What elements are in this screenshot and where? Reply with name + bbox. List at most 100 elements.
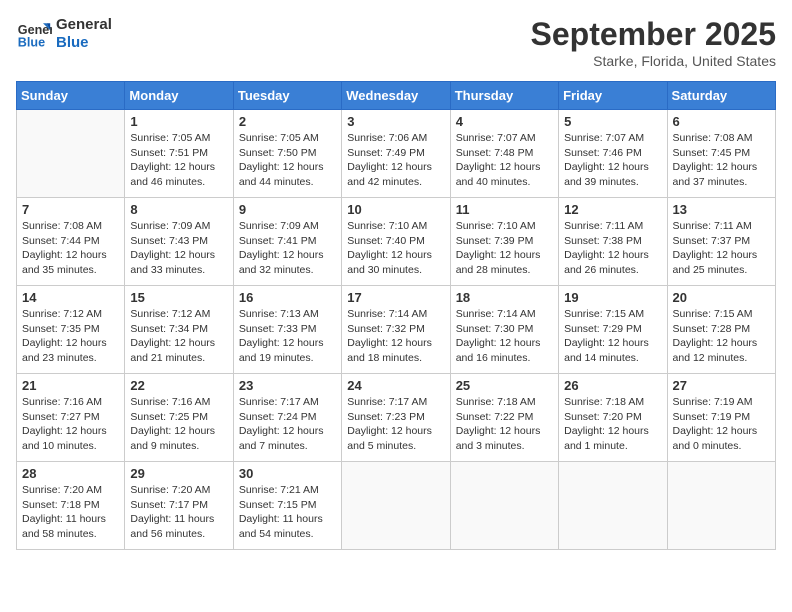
day-info: Sunrise: 7:16 AM Sunset: 7:27 PM Dayligh…	[22, 395, 119, 454]
day-info: Sunrise: 7:11 AM Sunset: 7:38 PM Dayligh…	[564, 219, 661, 278]
day-number: 21	[22, 378, 119, 393]
day-number: 15	[130, 290, 227, 305]
day-cell: 5 Sunrise: 7:07 AM Sunset: 7:46 PM Daylig…	[559, 110, 667, 198]
day-number: 6	[673, 114, 770, 129]
header-day-friday: Friday	[559, 82, 667, 110]
day-number: 2	[239, 114, 336, 129]
day-cell: 23Sunrise: 7:17 AM Sunset: 7:24 PM Dayli…	[233, 374, 341, 462]
day-info: Sunrise: 7:09 AM Sunset: 7:41 PM Dayligh…	[239, 219, 336, 278]
day-cell: 8 Sunrise: 7:09 AM Sunset: 7:43 PM Daylig…	[125, 198, 233, 286]
day-cell: 22 Sunrise: 7:16 AM Sunset: 7:25 PM Dayli…	[125, 374, 233, 462]
day-cell: 10 Sunrise: 7:10 AM Sunset: 7:40 PM Dayli…	[342, 198, 450, 286]
day-cell: 25Sunrise: 7:18 AM Sunset: 7:22 PM Dayli…	[450, 374, 558, 462]
day-number: 4	[456, 114, 553, 129]
day-info: Sunrise: 7:10 AM Sunset: 7:40 PM Dayligh…	[347, 219, 444, 278]
day-cell: 20 Sunrise: 7:15 AM Sunset: 7:28 PM Dayli…	[667, 286, 775, 374]
svg-text:Blue: Blue	[18, 36, 45, 50]
location: Starke, Florida, United States	[531, 53, 776, 69]
day-number: 22	[130, 378, 227, 393]
header-row: SundayMondayTuesdayWednesdayThursdayFrid…	[17, 82, 776, 110]
day-info: Sunrise: 7:12 AM Sunset: 7:35 PM Dayligh…	[22, 307, 119, 366]
day-number: 13	[673, 202, 770, 217]
day-number: 25	[456, 378, 553, 393]
day-cell: 9 Sunrise: 7:09 AM Sunset: 7:41 PM Daylig…	[233, 198, 341, 286]
day-cell: 12 Sunrise: 7:11 AM Sunset: 7:38 PM Dayli…	[559, 198, 667, 286]
day-cell: 29 Sunrise: 7:20 AM Sunset: 7:17 PM Dayli…	[125, 462, 233, 550]
day-cell: 26 Sunrise: 7:18 AM Sunset: 7:20 PM Dayli…	[559, 374, 667, 462]
day-info: Sunrise: 7:16 AM Sunset: 7:25 PM Dayligh…	[130, 395, 227, 454]
day-info: Sunrise: 7:06 AM Sunset: 7:49 PM Dayligh…	[347, 131, 444, 190]
day-number: 17	[347, 290, 444, 305]
day-info: Sunrise: 7:07 AM Sunset: 7:46 PM Dayligh…	[564, 131, 661, 190]
header-day-saturday: Saturday	[667, 82, 775, 110]
day-number: 27	[673, 378, 770, 393]
day-info: Sunrise: 7:05 AM Sunset: 7:50 PM Dayligh…	[239, 131, 336, 190]
day-number: 9	[239, 202, 336, 217]
header-day-monday: Monday	[125, 82, 233, 110]
day-cell: 27Sunrise: 7:19 AM Sunset: 7:19 PM Dayli…	[667, 374, 775, 462]
day-info: Sunrise: 7:15 AM Sunset: 7:28 PM Dayligh…	[673, 307, 770, 366]
day-number: 5	[564, 114, 661, 129]
day-cell: 17 Sunrise: 7:14 AM Sunset: 7:32 PM Dayli…	[342, 286, 450, 374]
day-info: Sunrise: 7:13 AM Sunset: 7:33 PM Dayligh…	[239, 307, 336, 366]
day-info: Sunrise: 7:08 AM Sunset: 7:44 PM Dayligh…	[22, 219, 119, 278]
day-cell: 13 Sunrise: 7:11 AM Sunset: 7:37 PM Dayli…	[667, 198, 775, 286]
day-cell: 14 Sunrise: 7:12 AM Sunset: 7:35 PM Dayli…	[17, 286, 125, 374]
day-info: Sunrise: 7:20 AM Sunset: 7:17 PM Dayligh…	[130, 483, 227, 542]
day-cell: 1Sunrise: 7:05 AM Sunset: 7:51 PM Daylig…	[125, 110, 233, 198]
week-row-2: 7Sunrise: 7:08 AM Sunset: 7:44 PM Daylig…	[17, 198, 776, 286]
day-info: Sunrise: 7:21 AM Sunset: 7:15 PM Dayligh…	[239, 483, 336, 542]
day-number: 29	[130, 466, 227, 481]
day-cell	[450, 462, 558, 550]
day-info: Sunrise: 7:14 AM Sunset: 7:32 PM Dayligh…	[347, 307, 444, 366]
day-info: Sunrise: 7:08 AM Sunset: 7:45 PM Dayligh…	[673, 131, 770, 190]
calendar-body: 1Sunrise: 7:05 AM Sunset: 7:51 PM Daylig…	[17, 110, 776, 550]
day-number: 10	[347, 202, 444, 217]
calendar-table: SundayMondayTuesdayWednesdayThursdayFrid…	[16, 81, 776, 550]
day-cell: 3 Sunrise: 7:06 AM Sunset: 7:49 PM Daylig…	[342, 110, 450, 198]
header-day-wednesday: Wednesday	[342, 82, 450, 110]
day-info: Sunrise: 7:18 AM Sunset: 7:20 PM Dayligh…	[564, 395, 661, 454]
day-cell: 15Sunrise: 7:12 AM Sunset: 7:34 PM Dayli…	[125, 286, 233, 374]
day-cell	[667, 462, 775, 550]
day-cell	[559, 462, 667, 550]
logo-line1: General	[56, 16, 112, 34]
day-number: 28	[22, 466, 119, 481]
page-header: General Blue General Blue September 2025…	[16, 16, 776, 69]
logo-line2: Blue	[56, 34, 112, 52]
day-cell: 4 Sunrise: 7:07 AM Sunset: 7:48 PM Daylig…	[450, 110, 558, 198]
day-cell: 11 Sunrise: 7:10 AM Sunset: 7:39 PM Dayli…	[450, 198, 558, 286]
week-row-4: 21 Sunrise: 7:16 AM Sunset: 7:27 PM Dayli…	[17, 374, 776, 462]
day-info: Sunrise: 7:17 AM Sunset: 7:24 PM Dayligh…	[239, 395, 336, 454]
day-cell: 28 Sunrise: 7:20 AM Sunset: 7:18 PM Dayli…	[17, 462, 125, 550]
day-cell: 6 Sunrise: 7:08 AM Sunset: 7:45 PM Daylig…	[667, 110, 775, 198]
day-cell: 2 Sunrise: 7:05 AM Sunset: 7:50 PM Daylig…	[233, 110, 341, 198]
day-info: Sunrise: 7:20 AM Sunset: 7:18 PM Dayligh…	[22, 483, 119, 542]
day-number: 8	[130, 202, 227, 217]
day-info: Sunrise: 7:14 AM Sunset: 7:30 PM Dayligh…	[456, 307, 553, 366]
day-number: 30	[239, 466, 336, 481]
day-number: 12	[564, 202, 661, 217]
calendar-header: SundayMondayTuesdayWednesdayThursdayFrid…	[17, 82, 776, 110]
day-number: 18	[456, 290, 553, 305]
week-row-5: 28 Sunrise: 7:20 AM Sunset: 7:18 PM Dayli…	[17, 462, 776, 550]
day-number: 16	[239, 290, 336, 305]
month-title: September 2025	[531, 16, 776, 53]
header-day-thursday: Thursday	[450, 82, 558, 110]
day-number: 1	[130, 114, 227, 129]
header-day-sunday: Sunday	[17, 82, 125, 110]
day-number: 20	[673, 290, 770, 305]
day-number: 11	[456, 202, 553, 217]
day-number: 14	[22, 290, 119, 305]
day-cell: 24Sunrise: 7:17 AM Sunset: 7:23 PM Dayli…	[342, 374, 450, 462]
day-number: 26	[564, 378, 661, 393]
week-row-1: 1Sunrise: 7:05 AM Sunset: 7:51 PM Daylig…	[17, 110, 776, 198]
day-info: Sunrise: 7:11 AM Sunset: 7:37 PM Dayligh…	[673, 219, 770, 278]
logo: General Blue General Blue	[16, 16, 112, 52]
day-cell: 7Sunrise: 7:08 AM Sunset: 7:44 PM Daylig…	[17, 198, 125, 286]
day-number: 3	[347, 114, 444, 129]
day-info: Sunrise: 7:07 AM Sunset: 7:48 PM Dayligh…	[456, 131, 553, 190]
day-info: Sunrise: 7:09 AM Sunset: 7:43 PM Dayligh…	[130, 219, 227, 278]
title-area: September 2025 Starke, Florida, United S…	[531, 16, 776, 69]
day-info: Sunrise: 7:10 AM Sunset: 7:39 PM Dayligh…	[456, 219, 553, 278]
